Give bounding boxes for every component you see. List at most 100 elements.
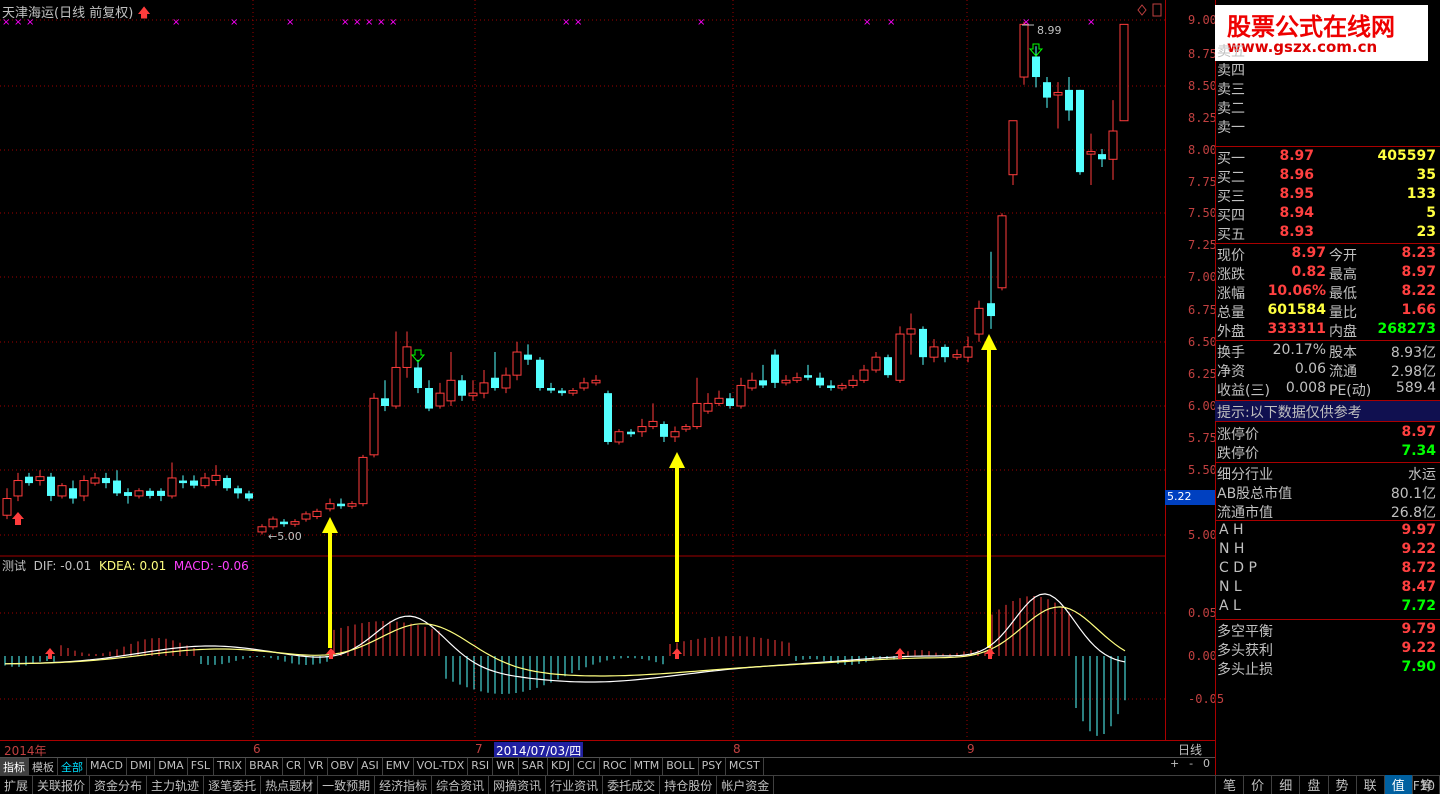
candle-body [827, 385, 835, 389]
buy-level-row[interactable]: 买四 8.94 5 [1217, 205, 1438, 224]
indicator-tab[interactable]: WR [493, 758, 519, 775]
indicator-tab[interactable]: ASI [358, 758, 383, 775]
menu-item[interactable]: 委托成交 [603, 776, 661, 794]
indicator-tab[interactable]: MCST [726, 758, 764, 775]
menu-item[interactable]: 主力轨迹 [147, 776, 205, 794]
menu-item[interactable]: 帐户资金 [717, 776, 775, 794]
menu-item[interactable]: 行业资讯 [546, 776, 604, 794]
period-label[interactable]: 日线 [1165, 740, 1215, 757]
indicator-tab[interactable]: 全部 [58, 758, 87, 775]
indicator-tab[interactable]: PSY [699, 758, 726, 775]
candle-body [1098, 154, 1106, 160]
sell-level-row[interactable]: 卖五 [1217, 41, 1438, 60]
stats-label: 流通 [1329, 364, 1357, 380]
quote-row[interactable]: 涨跌 0.82 最高 8.97 [1217, 264, 1438, 283]
indicator-tab[interactable]: CCI [574, 758, 600, 775]
menu-item[interactable]: 逐笔委托 [204, 776, 262, 794]
sell-level-label: 卖一 [1217, 120, 1245, 136]
balance-row[interactable]: 多头止损 7.90 [1217, 659, 1438, 678]
industry-row[interactable]: 细分行业 水运 [1217, 464, 1438, 483]
side-tab[interactable]: 笔 [1215, 775, 1243, 794]
candlestick-chart-svg[interactable]: × × × × × × × × × × × × × × × × × ×8.99←5.00 [0, 0, 1165, 740]
quote-row[interactable]: 现价 8.97 今开 8.23 [1217, 245, 1438, 264]
menu-item[interactable]: 关联报价 [33, 776, 91, 794]
sell-level-row[interactable]: 卖二 [1217, 98, 1438, 117]
candle-body [167, 477, 177, 497]
side-tab[interactable]: 细 [1271, 775, 1299, 794]
limit-row[interactable]: 涨停价 8.97 [1217, 424, 1438, 443]
level-row[interactable]: C D P 8.72 [1217, 560, 1438, 579]
level-row[interactable]: A H 9.97 [1217, 522, 1438, 541]
quote-row[interactable]: 外盘 333311 内盘 268273 [1217, 321, 1438, 340]
side-tab[interactable]: 筹 [1411, 775, 1440, 794]
zoom-control-button[interactable]: 0 [1203, 757, 1210, 775]
menu-item[interactable]: 持仓股份 [660, 776, 718, 794]
indicator-tab[interactable]: OBV [328, 758, 358, 775]
indicator-tab[interactable]: BRAR [246, 758, 284, 775]
indicator-tab[interactable]: BOLL [663, 758, 699, 775]
stats-row[interactable]: 收益(三) 0.008 PE(动) 589.4 [1217, 380, 1438, 399]
indicator-tab[interactable]: VOL-TDX [414, 758, 469, 775]
sell-level-row[interactable]: 卖三 [1217, 79, 1438, 98]
level-row[interactable]: A L 7.72 [1217, 598, 1438, 617]
balance-row[interactable]: 多空平衡 9.79 [1217, 621, 1438, 640]
level-row[interactable]: N L 8.47 [1217, 579, 1438, 598]
quote-label: 涨跌 [1217, 267, 1245, 283]
indicator-tab[interactable]: 模板 [29, 758, 58, 775]
menu-item[interactable]: 扩展 [0, 776, 34, 794]
price-chart[interactable]: × × × × × × × × × × × × × × × × × × 8.99 ←5.00 [0, 0, 1165, 740]
sell-level-row[interactable]: 卖四 [1217, 60, 1438, 79]
zoom-control-button[interactable]: + [1170, 757, 1179, 775]
stats-label: 换手 [1217, 345, 1245, 361]
quote-row[interactable]: 涨幅 10.06% 最低 8.22 [1217, 283, 1438, 302]
menu-item[interactable]: 网摘资讯 [489, 776, 547, 794]
side-tab[interactable]: 势 [1327, 775, 1356, 794]
industry-row[interactable]: AB股总市值 80.1亿 [1217, 483, 1438, 502]
menu-item[interactable]: 综合资讯 [432, 776, 490, 794]
indicator-tab[interactable]: SAR [519, 758, 549, 775]
candle-body [524, 354, 532, 360]
indicator-tab[interactable]: 指标 [0, 758, 29, 775]
buy-level-label: 买三 [1217, 189, 1245, 205]
indicator-tab[interactable]: TRIX [214, 758, 247, 775]
industry-row[interactable]: 流通市值 26.8亿 [1217, 502, 1438, 521]
menu-item[interactable]: 一致预期 [318, 776, 376, 794]
menu-item[interactable]: 经济指标 [375, 776, 433, 794]
sell-level-row[interactable]: 卖一 [1217, 117, 1438, 136]
quote-row[interactable]: 总量 601584 量比 1.66 [1217, 302, 1438, 321]
candle-body [458, 380, 466, 396]
buy-level-row[interactable]: 买一 8.97 405597 [1217, 148, 1438, 167]
indicator-tab[interactable]: FSL [188, 758, 214, 775]
menu-item[interactable]: 热点题材 [261, 776, 319, 794]
buy-level-row[interactable]: 买二 8.96 35 [1217, 167, 1438, 186]
stats-row[interactable]: 净资 0.06 流通 2.98亿 [1217, 361, 1438, 380]
side-tab[interactable]: 盘 [1299, 775, 1327, 794]
indicator-tab[interactable]: RSI [468, 758, 494, 775]
price-tick: 8.75 [1188, 47, 1217, 61]
menu-item[interactable]: 资金分布 [90, 776, 148, 794]
buy-level-row[interactable]: 买五 8.93 23 [1217, 224, 1438, 243]
limit-row[interactable]: 跌停价 7.34 [1217, 443, 1438, 462]
indicator-tab[interactable]: KDJ [548, 758, 574, 775]
buy-level-row[interactable]: 买三 8.95 133 [1217, 186, 1438, 205]
price-tick: 5.00 [1188, 528, 1217, 542]
zoom-control-button[interactable]: - [1189, 757, 1193, 775]
indicator-tab[interactable]: MTM [631, 758, 664, 775]
indicator-tab[interactable]: CR [283, 758, 306, 775]
indicator-tab[interactable]: VR [305, 758, 328, 775]
candle-body [157, 490, 165, 496]
indicator-tab[interactable]: ROC [600, 758, 631, 775]
indicator-tab[interactable]: DMI [127, 758, 156, 775]
stats-row[interactable]: 换手 20.17% 股本 8.93亿 [1217, 342, 1438, 361]
top-x-marker: × [863, 17, 871, 28]
candle-body [124, 492, 132, 496]
side-tab[interactable]: 值 [1383, 775, 1412, 794]
indicator-tab[interactable]: DMA [155, 758, 188, 775]
balance-row[interactable]: 多头获利 9.22 [1217, 640, 1438, 659]
indicator-tab[interactable]: EMV [383, 758, 414, 775]
side-tab[interactable]: 价 [1243, 775, 1271, 794]
side-tab[interactable]: 联 [1355, 775, 1384, 794]
level-row[interactable]: N H 9.22 [1217, 541, 1438, 560]
candle-body [57, 485, 67, 497]
indicator-tab[interactable]: MACD [87, 758, 127, 775]
